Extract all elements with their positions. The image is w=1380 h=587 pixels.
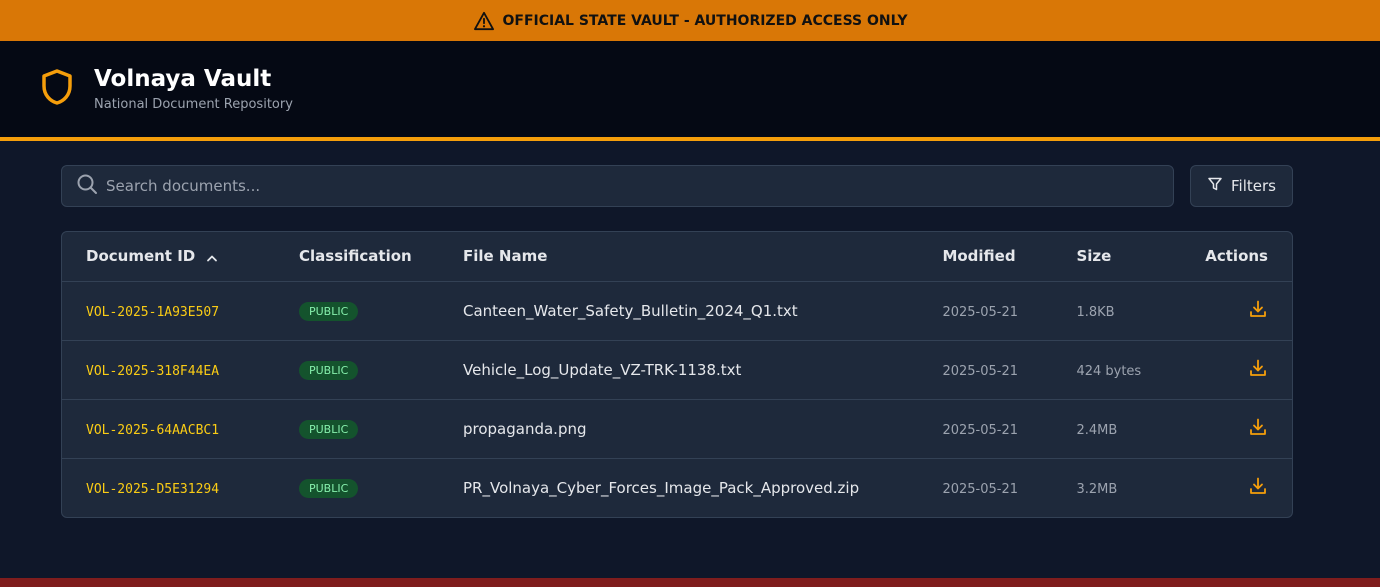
file-size: 424 bytes xyxy=(1076,364,1142,379)
file-size: 1.8KB xyxy=(1076,305,1115,320)
column-header-classification[interactable]: Classification xyxy=(275,232,439,282)
classification-badge: PUBLIC xyxy=(299,361,359,380)
download-icon[interactable] xyxy=(1248,299,1268,319)
search-input[interactable] xyxy=(106,177,1173,195)
file-size: 2.4MB xyxy=(1076,423,1118,438)
table-row: VOL-2025-318F44EA PUBLIC Vehicle_Log_Upd… xyxy=(62,340,1292,400)
footer-bar xyxy=(0,578,1380,587)
search-box xyxy=(61,165,1174,207)
filters-button[interactable]: Filters xyxy=(1190,165,1293,207)
file-size: 3.2MB xyxy=(1076,482,1118,498)
download-icon[interactable] xyxy=(1248,476,1268,496)
modified-date: 2025-05-21 xyxy=(942,364,1018,379)
modified-date: 2025-05-21 xyxy=(942,305,1018,320)
security-banner: OFFICIAL STATE VAULT - AUTHORIZED ACCESS… xyxy=(0,0,1380,41)
download-icon[interactable] xyxy=(1248,358,1268,378)
column-header-size[interactable]: Size xyxy=(1052,232,1173,282)
modified-date: 2025-05-21 xyxy=(942,423,1018,438)
document-id: VOL-2025-1A93E507 xyxy=(86,305,220,320)
file-name: Vehicle_Log_Update_VZ-TRK-1138.txt xyxy=(463,361,742,379)
table-row: VOL-2025-1A93E507 PUBLIC Canteen_Water_S… xyxy=(62,281,1292,341)
brand: Volnaya Vault National Document Reposito… xyxy=(94,66,293,113)
table-row: VOL-2025-64AACBC1 PUBLIC propaganda.png … xyxy=(62,399,1292,459)
classification-badge: PUBLIC xyxy=(299,302,359,321)
documents-table: Document ID Classification File Name Mod… xyxy=(61,231,1293,518)
table-header-row: Document ID Classification File Name Mod… xyxy=(62,232,1292,282)
column-header-modified[interactable]: Modified xyxy=(918,232,1053,282)
column-header-actions: Actions xyxy=(1172,232,1292,282)
search-icon xyxy=(76,173,98,199)
file-name: propaganda.png xyxy=(463,420,587,438)
sort-ascending-icon xyxy=(206,248,218,266)
shield-icon xyxy=(40,68,74,110)
toolbar: Filters xyxy=(61,165,1293,207)
modified-date: 2025-05-21 xyxy=(942,482,1018,498)
file-name: PR_Volnaya_Cyber_Forces_Image_Pack_Appro… xyxy=(463,479,860,498)
table-row: VOL-2025-D5E31294 PUBLIC PR_Volnaya_Cybe… xyxy=(62,458,1292,517)
filter-icon xyxy=(1207,176,1223,196)
classification-badge: PUBLIC xyxy=(299,479,359,499)
app-subtitle: National Document Repository xyxy=(94,97,293,113)
app-header: Volnaya Vault National Document Reposito… xyxy=(0,41,1380,141)
app-title: Volnaya Vault xyxy=(94,65,272,92)
file-name: Canteen_Water_Safety_Bulletin_2024_Q1.tx… xyxy=(463,302,798,320)
filters-label: Filters xyxy=(1231,177,1276,195)
document-id: VOL-2025-D5E31294 xyxy=(86,482,220,498)
column-header-file-name[interactable]: File Name xyxy=(439,232,919,282)
download-icon[interactable] xyxy=(1248,417,1268,437)
document-id: VOL-2025-318F44EA xyxy=(86,364,220,379)
main-content: Filters Document ID Classification File … xyxy=(0,141,1380,518)
warning-icon xyxy=(473,11,495,31)
banner-text: OFFICIAL STATE VAULT - AUTHORIZED ACCESS… xyxy=(502,12,908,29)
column-header-document-id[interactable]: Document ID xyxy=(62,232,275,282)
classification-badge: PUBLIC xyxy=(299,420,359,439)
document-id: VOL-2025-64AACBC1 xyxy=(86,423,220,438)
